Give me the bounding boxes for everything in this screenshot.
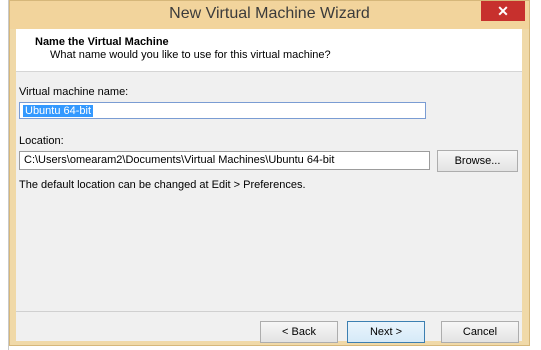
location-input[interactable]: C:\Users\omearam2\Documents\Virtual Mach… xyxy=(19,151,430,170)
vm-name-label: Virtual machine name: xyxy=(19,86,129,98)
wizard-content: Name the Virtual Machine What name would… xyxy=(16,29,522,343)
back-button[interactable]: < Back xyxy=(260,321,338,343)
title-bar[interactable]: New Virtual Machine Wizard ✕ xyxy=(10,1,529,29)
wizard-header: Name the Virtual Machine What name would… xyxy=(16,29,522,72)
step-subtitle: What name would you like to use for this… xyxy=(50,49,331,61)
browse-button[interactable]: Browse... xyxy=(437,150,518,172)
wizard-window: New Virtual Machine Wizard ✕ Name the Vi… xyxy=(9,0,530,346)
background-strip xyxy=(0,0,8,350)
vm-name-input[interactable]: Ubuntu 64-bit xyxy=(19,102,426,119)
next-button[interactable]: Next > xyxy=(347,321,425,343)
step-title: Name the Virtual Machine xyxy=(35,36,169,48)
location-note: The default location can be changed at E… xyxy=(19,179,306,191)
close-button[interactable]: ✕ xyxy=(481,1,525,21)
location-label: Location: xyxy=(19,135,64,147)
vm-name-value: Ubuntu 64-bit xyxy=(23,105,94,117)
button-divider xyxy=(16,311,522,312)
window-title: New Virtual Machine Wizard xyxy=(169,5,370,22)
close-icon: ✕ xyxy=(497,3,509,19)
cancel-button[interactable]: Cancel xyxy=(441,321,519,343)
